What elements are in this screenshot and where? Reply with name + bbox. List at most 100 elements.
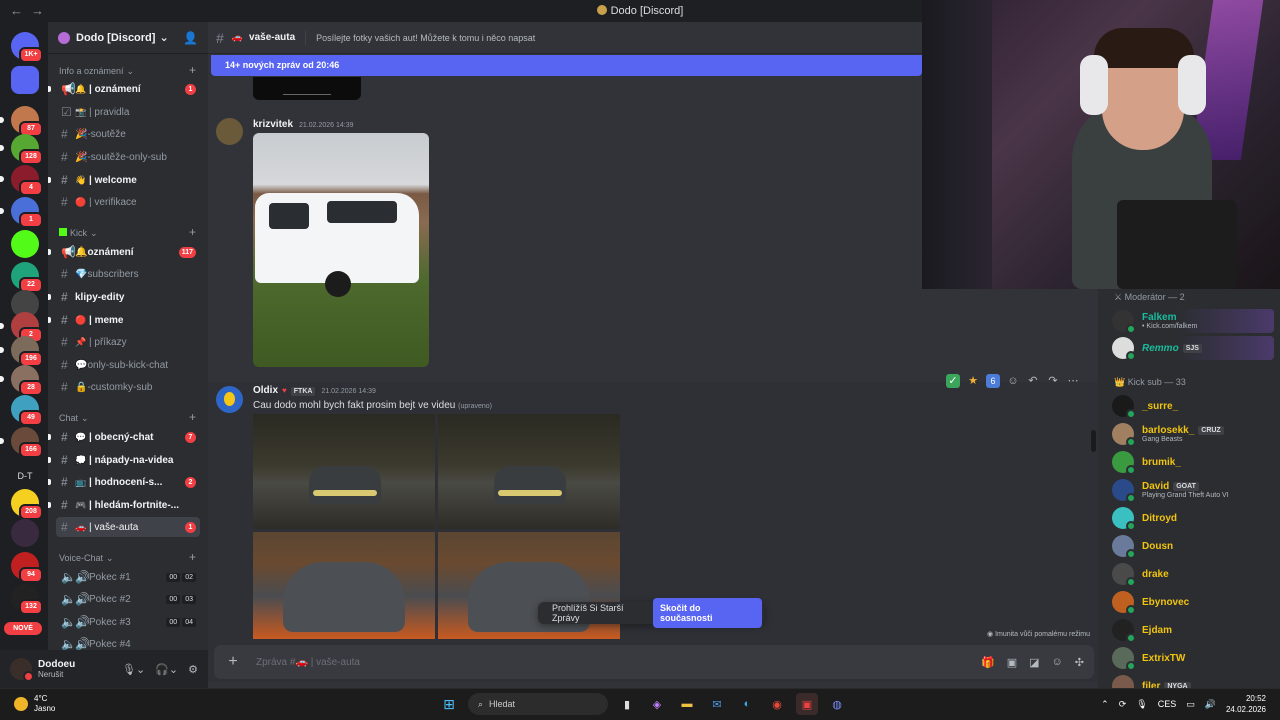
speaker-icon[interactable]: 🔊 [1205,699,1216,710]
server-icon[interactable]: 28 [0,365,43,396]
server-icon[interactable] [11,66,39,94]
channel-kick-oznameni[interactable]: 📢 🔔oznámení 117 [48,242,200,262]
voice-channel[interactable]: 🔈 🔊 Pokec #4 [56,634,200,650]
author-name[interactable]: Oldix [253,385,278,396]
voice-channel[interactable]: 🔈 🔊 Pokec #1 00 02 [56,567,200,587]
server-icon[interactable]: 22 [11,262,43,293]
message-author[interactable]: Oldix ♥ FTKA 21.02.2026 14:39 [253,385,376,396]
discord-taskbar-icon[interactable]: ◍ [826,693,848,715]
server-icon[interactable]: 1 [0,197,43,228]
server-icon[interactable]: D-T [11,462,39,490]
server-icon[interactable]: 196 [0,336,43,367]
author-name[interactable]: krizvitek [253,119,293,130]
chevron-up-icon[interactable]: ⌃ [1101,699,1109,710]
sync-icon[interactable]: ⟳ [1119,699,1127,710]
voice-channel[interactable]: 🔈 🔊 Pokec #2 00 03 [56,589,200,609]
previous-attachment[interactable] [253,77,361,100]
member-item[interactable]: barlosekk_ CRUZ Gang Beasts [1112,422,1274,447]
upload-plus-icon[interactable]: + [224,653,242,671]
channel-souteze-only-sub[interactable]: # 🎉-soutěže-only-sub [56,147,200,167]
star-reaction-icon[interactable]: ★ [966,374,980,388]
gift-icon[interactable]: 🎁 [981,656,995,669]
gear-icon[interactable]: ⚙ [188,663,198,676]
gif-icon[interactable]: ▣ [1007,656,1017,669]
channel-prikazy[interactable]: # 📌 | příkazy [56,332,200,352]
channel-napady-na-videa[interactable]: # 💭 | nápady-na-videa [48,450,200,470]
forward-icon[interactable]: ↷ [1046,374,1060,388]
add-channel-icon[interactable]: + [189,64,196,77]
scrollbar-thumb[interactable] [1091,430,1096,452]
apps-icon[interactable]: ✣ [1075,656,1084,669]
new-servers-badge[interactable]: NOVÉ [4,622,42,635]
server-icon[interactable] [11,519,39,547]
avatar[interactable] [216,386,243,413]
sticker-icon[interactable]: ◪ [1029,656,1039,669]
new-messages-bar[interactable]: 14+ nových zpráv od 20:46 [211,55,922,76]
task-view-icon[interactable]: ▮ [616,693,638,715]
channel-verifikace[interactable]: # 🔴 | verifikace [56,192,200,212]
member-item[interactable]: Falkem • Kick.com/falkem [1112,309,1274,334]
add-reaction-icon[interactable]: ☺ [1006,374,1020,388]
category-info[interactable]: Info a oznámení ⌄ + [59,64,196,77]
server-icon[interactable]: 132 [11,584,43,615]
channel-hodnoceni[interactable]: # 📺 | hodnocení-s... 2 [48,472,200,492]
taskbar-search[interactable]: ⌕ Hledat [468,693,608,715]
server-icon[interactable]: 166 [0,427,43,458]
channel-pravidla[interactable]: ☑ 📸 | pravidla [56,102,200,122]
channel-customky-sub[interactable]: # 🔒-customky-sub [56,377,200,397]
channel-subscribers[interactable]: # 💎subscribers [56,264,200,284]
server-icon[interactable]: 208 [11,489,43,520]
guild-header[interactable]: Dodo [Discord] ⌄ 👤 [48,22,208,54]
channel-welcome[interactable]: # 👋 | welcome [48,170,200,190]
channel-only-sub-kick-chat[interactable]: # 💬only-sub-kick-chat [56,355,200,375]
server-icon[interactable]: 128 [0,134,43,165]
channel-meme[interactable]: # 🔴 | meme [48,310,200,330]
category-kick[interactable]: Kick ⌄ + [59,226,196,239]
start-menu-icon[interactable]: ⊞ [438,693,460,715]
obs-app-icon[interactable]: ▣ [796,693,818,715]
chrome-icon[interactable]: ◉ [766,693,788,715]
server-icon[interactable]: 94 [11,552,43,583]
channel-vase-auta[interactable]: # 🚗 | vaše-auta 1 [56,517,200,537]
edge-icon[interactable]: ◐ [736,693,758,715]
channel-klipy-edity[interactable]: # klipy-edity [48,287,200,307]
headphones-icon[interactable]: 🎧⌄ [155,663,178,676]
avatar[interactable] [10,658,34,682]
server-icon[interactable]: 1K+ [11,32,43,63]
member-item[interactable]: Dousn [1112,534,1274,559]
category-chat[interactable]: Chat ⌄ + [59,411,196,424]
outlook-icon[interactable]: ✉ [706,693,728,715]
check-reaction-icon[interactable]: ✓ [946,374,960,388]
emoji-icon[interactable]: ☺ [1052,656,1063,669]
server-icon[interactable]: 87 [0,106,43,137]
server-icon[interactable] [11,230,39,258]
member-item[interactable]: Ditroyd [1112,506,1274,531]
attachment-image-van[interactable] [253,133,429,367]
channel-obecny-chat[interactable]: # 💬 | obecný-chat 7 [48,427,200,447]
attachment-image-car[interactable] [253,414,435,529]
copilot-icon[interactable]: ◈ [646,693,668,715]
microphone-icon[interactable]: 🎙 [1136,699,1147,710]
attachment-image-car[interactable] [253,532,435,639]
avatar[interactable] [216,118,243,145]
member-item[interactable]: David GOAT Playing Grand Theft Auto VI [1112,478,1274,503]
clock[interactable]: 20:52 24.02.2026 [1226,693,1266,715]
member-item[interactable]: ExtrixTW [1112,646,1274,671]
more-icon[interactable]: ⋯ [1066,374,1080,388]
channel-souteze[interactable]: # 🎉-soutěže [56,124,200,144]
microphone-icon[interactable]: 🎙⌄ [122,663,145,676]
member-item[interactable]: filer NYGA [1112,674,1274,688]
member-item[interactable]: Remmo SJS [1112,336,1274,361]
network-icon[interactable]: ▭ [1186,699,1195,710]
add-member-icon[interactable]: 👤 [183,31,198,45]
member-item[interactable]: drake [1112,562,1274,587]
add-channel-icon[interactable]: + [189,551,196,564]
weather-widget[interactable]: 4°C Jasno [14,694,55,714]
channel-hledam-fortnite[interactable]: # 🎮 | hledám-fortnite-... [48,495,200,515]
language-indicator[interactable]: CES [1158,699,1177,709]
channel-topic[interactable]: Posílejte fotky vašich aut! Můžete k tom… [316,33,535,43]
file-explorer-icon[interactable]: ▬ [676,693,698,715]
voice-channel[interactable]: 🔈 🔊 Pokec #3 00 04 [56,612,200,632]
member-item[interactable]: Ejdam [1112,618,1274,643]
reply-icon[interactable]: ↶ [1026,374,1040,388]
